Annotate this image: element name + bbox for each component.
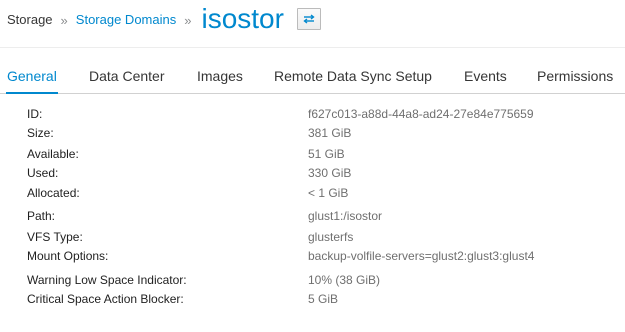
breadcrumb-storage-domains-link[interactable]: Storage Domains: [76, 12, 176, 28]
detail-row-used: Used: 330 GiB: [0, 164, 625, 182]
detail-value: 381 GiB: [308, 126, 352, 140]
breadcrumb-root: Storage: [7, 12, 53, 27]
breadcrumb-separator: »: [60, 12, 68, 28]
detail-value: 10% (38 GiB): [308, 273, 381, 287]
detail-label: Size:: [27, 126, 54, 140]
detail-row-id: ID: f627c013-a88d-44a8-ad24-27e84e775659: [0, 105, 625, 123]
switch-entity-button[interactable]: [296, 8, 321, 30]
detail-row-available: Available: 51 GiB: [0, 145, 625, 163]
detail-value: glust1:/isostor: [308, 209, 383, 223]
page-title: isostor: [201, 2, 284, 34]
header-divider: [0, 47, 625, 48]
tab-images[interactable]: Images: [197, 58, 243, 93]
detail-label: Warning Low Space Indicator:: [27, 273, 187, 287]
sync-arrows-icon: [303, 14, 315, 24]
tab-events[interactable]: Events: [464, 58, 507, 93]
detail-row-warning-low-space: Warning Low Space Indicator: 10% (38 GiB…: [0, 271, 625, 289]
storage-domain-detail-page: Storage » Storage Domains » isostor Gene…: [0, 0, 625, 332]
tab-permissions[interactable]: Permissions: [537, 58, 613, 93]
detail-row-vfs-type: VFS Type: glusterfs: [0, 228, 625, 246]
detail-label: Mount Options:: [27, 249, 109, 263]
detail-label: Used:: [27, 166, 59, 180]
detail-label: Path:: [27, 209, 56, 223]
detail-label: ID:: [27, 107, 43, 121]
detail-value: 5 GiB: [308, 292, 339, 306]
detail-label: Critical Space Action Blocker:: [27, 292, 184, 306]
tab-data-center[interactable]: Data Center: [89, 58, 164, 93]
detail-label: Allocated:: [27, 186, 80, 200]
detail-label: Available:: [27, 147, 79, 161]
detail-value: 51 GiB: [308, 147, 345, 161]
detail-row-allocated: Allocated: < 1 GiB: [0, 184, 625, 202]
detail-label: VFS Type:: [27, 230, 83, 244]
tab-general[interactable]: General: [6, 58, 58, 94]
breadcrumb: Storage » Storage Domains » isostor: [7, 0, 321, 40]
tab-remote-data-sync-setup[interactable]: Remote Data Sync Setup: [274, 58, 432, 93]
detail-value: < 1 GiB: [308, 186, 349, 200]
detail-value: backup-volfile-servers=glust2:glust3:glu…: [308, 249, 535, 263]
breadcrumb-separator: »: [184, 12, 192, 28]
detail-row-path: Path: glust1:/isostor: [0, 207, 625, 225]
detail-value: 330 GiB: [308, 166, 352, 180]
detail-value: glusterfs: [308, 230, 354, 244]
detail-tabs: General Data Center Images Remote Data S…: [0, 58, 625, 94]
detail-row-size: Size: 381 GiB: [0, 124, 625, 142]
detail-row-mount-options: Mount Options: backup-volfile-servers=gl…: [0, 247, 625, 265]
detail-value: f627c013-a88d-44a8-ad24-27e84e775659: [308, 107, 534, 121]
detail-row-critical-space-blocker: Critical Space Action Blocker: 5 GiB: [0, 290, 625, 308]
